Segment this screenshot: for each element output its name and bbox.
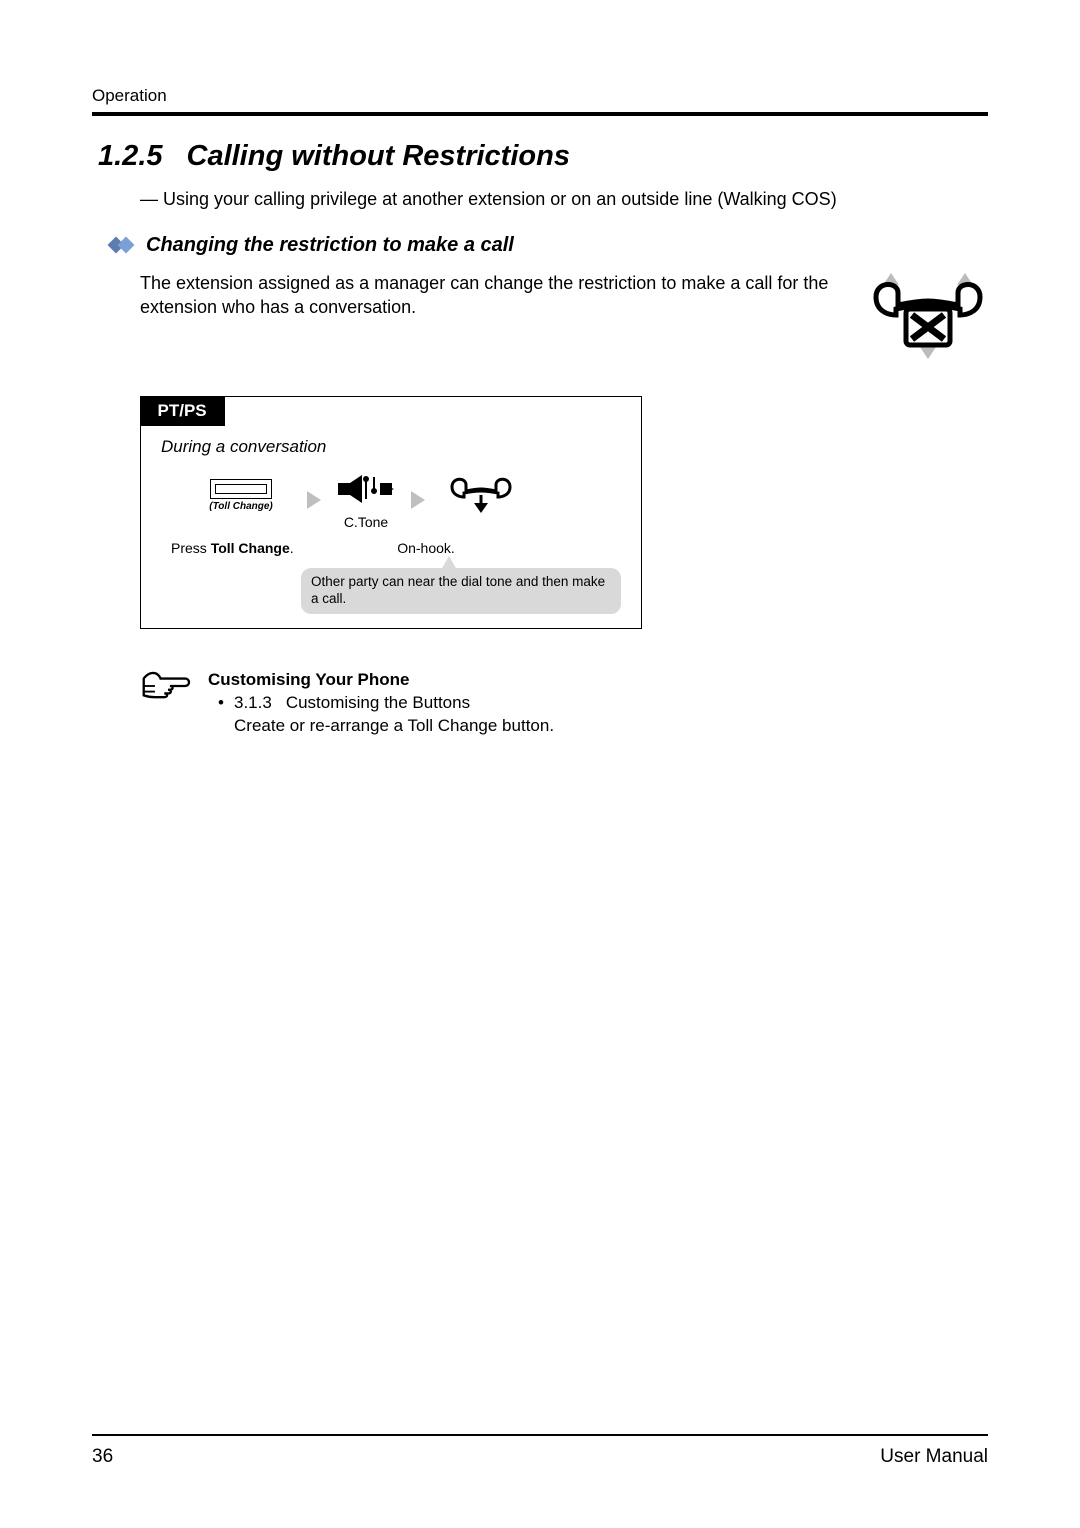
- caption-press-toll-change: Press Toll Change.: [171, 540, 351, 556]
- section-heading: 1.2.5 Calling without Restrictions: [98, 140, 988, 173]
- subsection-body: The extension assigned as a manager can …: [140, 271, 868, 366]
- document-title: User Manual: [880, 1446, 988, 1468]
- section-title-text: Calling without Restrictions: [187, 140, 570, 172]
- customising-block: Customising Your Phone 3.1.3 Customising …: [140, 669, 988, 738]
- page-number: 36: [92, 1446, 113, 1468]
- arrow-icon: [307, 491, 321, 509]
- section-number: 1.2.5: [98, 140, 163, 173]
- arrow-icon: [411, 491, 425, 509]
- footer-rule: [92, 1434, 988, 1436]
- customising-body: Customising Your Phone 3.1.3 Customising …: [208, 669, 554, 738]
- ref-title: Customising the Buttons: [286, 693, 470, 712]
- ctone-label: C.Tone: [311, 514, 421, 530]
- speaker-tone-icon: [336, 473, 396, 505]
- caption-onhook: On-hook.: [351, 540, 501, 556]
- section-lead-line: — Using your calling privilege at anothe…: [140, 189, 988, 210]
- page-footer: 36 User Manual: [92, 1434, 988, 1468]
- header-rule: [92, 112, 988, 116]
- phone-blocked-icon: [868, 271, 988, 366]
- caption-pre: Press: [171, 540, 211, 556]
- subsection-title: Changing the restriction to make a call: [146, 234, 514, 257]
- page: Operation 1.2.5 Calling without Restricti…: [0, 0, 1080, 1528]
- customising-bullet: 3.1.3 Customising the Buttons: [208, 692, 554, 715]
- subsection-header: Changing the restriction to make a call: [110, 234, 988, 257]
- caption-post: .: [290, 540, 294, 556]
- customising-desc: Create or re-arrange a Toll Change butto…: [208, 715, 554, 738]
- toll-change-button-label: (Toll Change): [171, 501, 311, 512]
- subsection-body-row: The extension assigned as a manager can …: [140, 271, 988, 366]
- onhook-icon: [446, 473, 516, 513]
- step-toll-change: (Toll Change): [171, 473, 311, 512]
- caption-bold: Toll Change: [211, 540, 290, 556]
- procedure-tab: PT/PS: [140, 396, 225, 426]
- step-onhook: [421, 473, 541, 518]
- procedure-steps: (Toll Change) C.Tone: [141, 457, 641, 530]
- running-header: Operation: [92, 86, 988, 106]
- toll-change-button-icon: [210, 479, 272, 499]
- procedure-box: PT/PS During a conversation (Toll Change…: [140, 396, 642, 629]
- customising-heading: Customising Your Phone: [208, 669, 554, 692]
- procedure-captions: Press Toll Change. On-hook.: [141, 530, 641, 556]
- step-ctone: C.Tone: [311, 473, 421, 530]
- pointing-hand-icon: [140, 669, 196, 708]
- ref-number: 3.1.3: [234, 692, 272, 715]
- diamond-icon: [110, 235, 138, 257]
- procedure-note: Other party can near the dial tone and t…: [301, 568, 621, 614]
